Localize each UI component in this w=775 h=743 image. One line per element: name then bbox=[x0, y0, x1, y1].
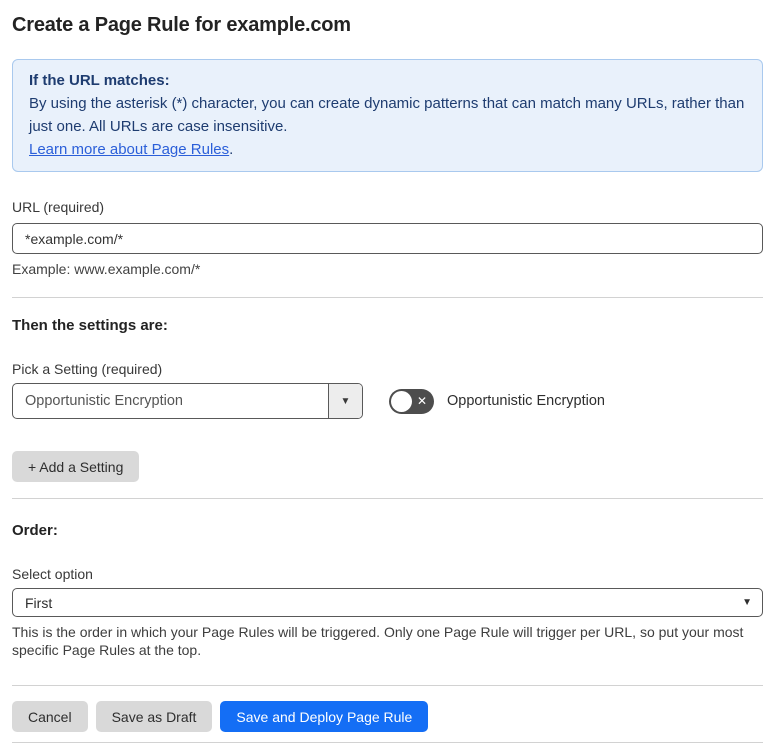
setting-dropdown[interactable]: Opportunistic Encryption ▼ bbox=[12, 383, 363, 419]
info-box-body: By using the asterisk (*) character, you… bbox=[29, 92, 746, 138]
setting-row: Opportunistic Encryption ▼ ✕ Opportunist… bbox=[12, 383, 763, 419]
order-select-value: First bbox=[25, 594, 53, 611]
url-input[interactable] bbox=[12, 223, 763, 254]
order-select[interactable]: First ▼ bbox=[12, 588, 763, 617]
order-helper-text: This is the order in which your Page Rul… bbox=[12, 624, 744, 658]
info-box-body-text: By using the asterisk (*) character, you… bbox=[29, 95, 745, 135]
toggle-off-x-icon: ✕ bbox=[416, 394, 427, 408]
divider bbox=[12, 498, 763, 499]
settings-section-heading: Then the settings are: bbox=[12, 317, 168, 334]
add-setting-button[interactable]: + Add a Setting bbox=[12, 451, 140, 482]
opportunistic-encryption-toggle[interactable]: ✕ bbox=[389, 388, 434, 414]
url-matches-info-box: If the URL matches: By using the asteris… bbox=[12, 59, 763, 172]
pick-setting-label: Pick a Setting (required) bbox=[12, 361, 163, 377]
learn-more-link[interactable]: Learn more about Page Rules bbox=[29, 141, 229, 158]
divider bbox=[12, 685, 763, 686]
info-box-link-line: Learn more about Page Rules. bbox=[29, 138, 746, 161]
toggle-knob bbox=[391, 390, 412, 412]
toggle-label: Opportunistic Encryption bbox=[447, 393, 605, 409]
link-suffix: . bbox=[229, 141, 234, 158]
info-box-heading: If the URL matches: bbox=[29, 72, 170, 89]
chevron-down-icon: ▼ bbox=[340, 395, 351, 407]
setting-dropdown-value: Opportunistic Encryption bbox=[25, 393, 183, 409]
chevron-down-icon: ▼ bbox=[742, 597, 752, 608]
create-page-rule-form: Create a Page Rule for example.com If th… bbox=[0, 0, 775, 743]
setting-dropdown-button[interactable]: ▼ bbox=[328, 384, 362, 418]
url-example-helper: Example: www.example.com/* bbox=[12, 261, 201, 277]
page-title: Create a Page Rule for example.com bbox=[12, 14, 351, 36]
url-field-label: URL (required) bbox=[12, 199, 105, 215]
divider bbox=[12, 297, 763, 298]
order-select-label: Select option bbox=[12, 566, 93, 582]
order-section-heading: Order: bbox=[12, 522, 58, 539]
